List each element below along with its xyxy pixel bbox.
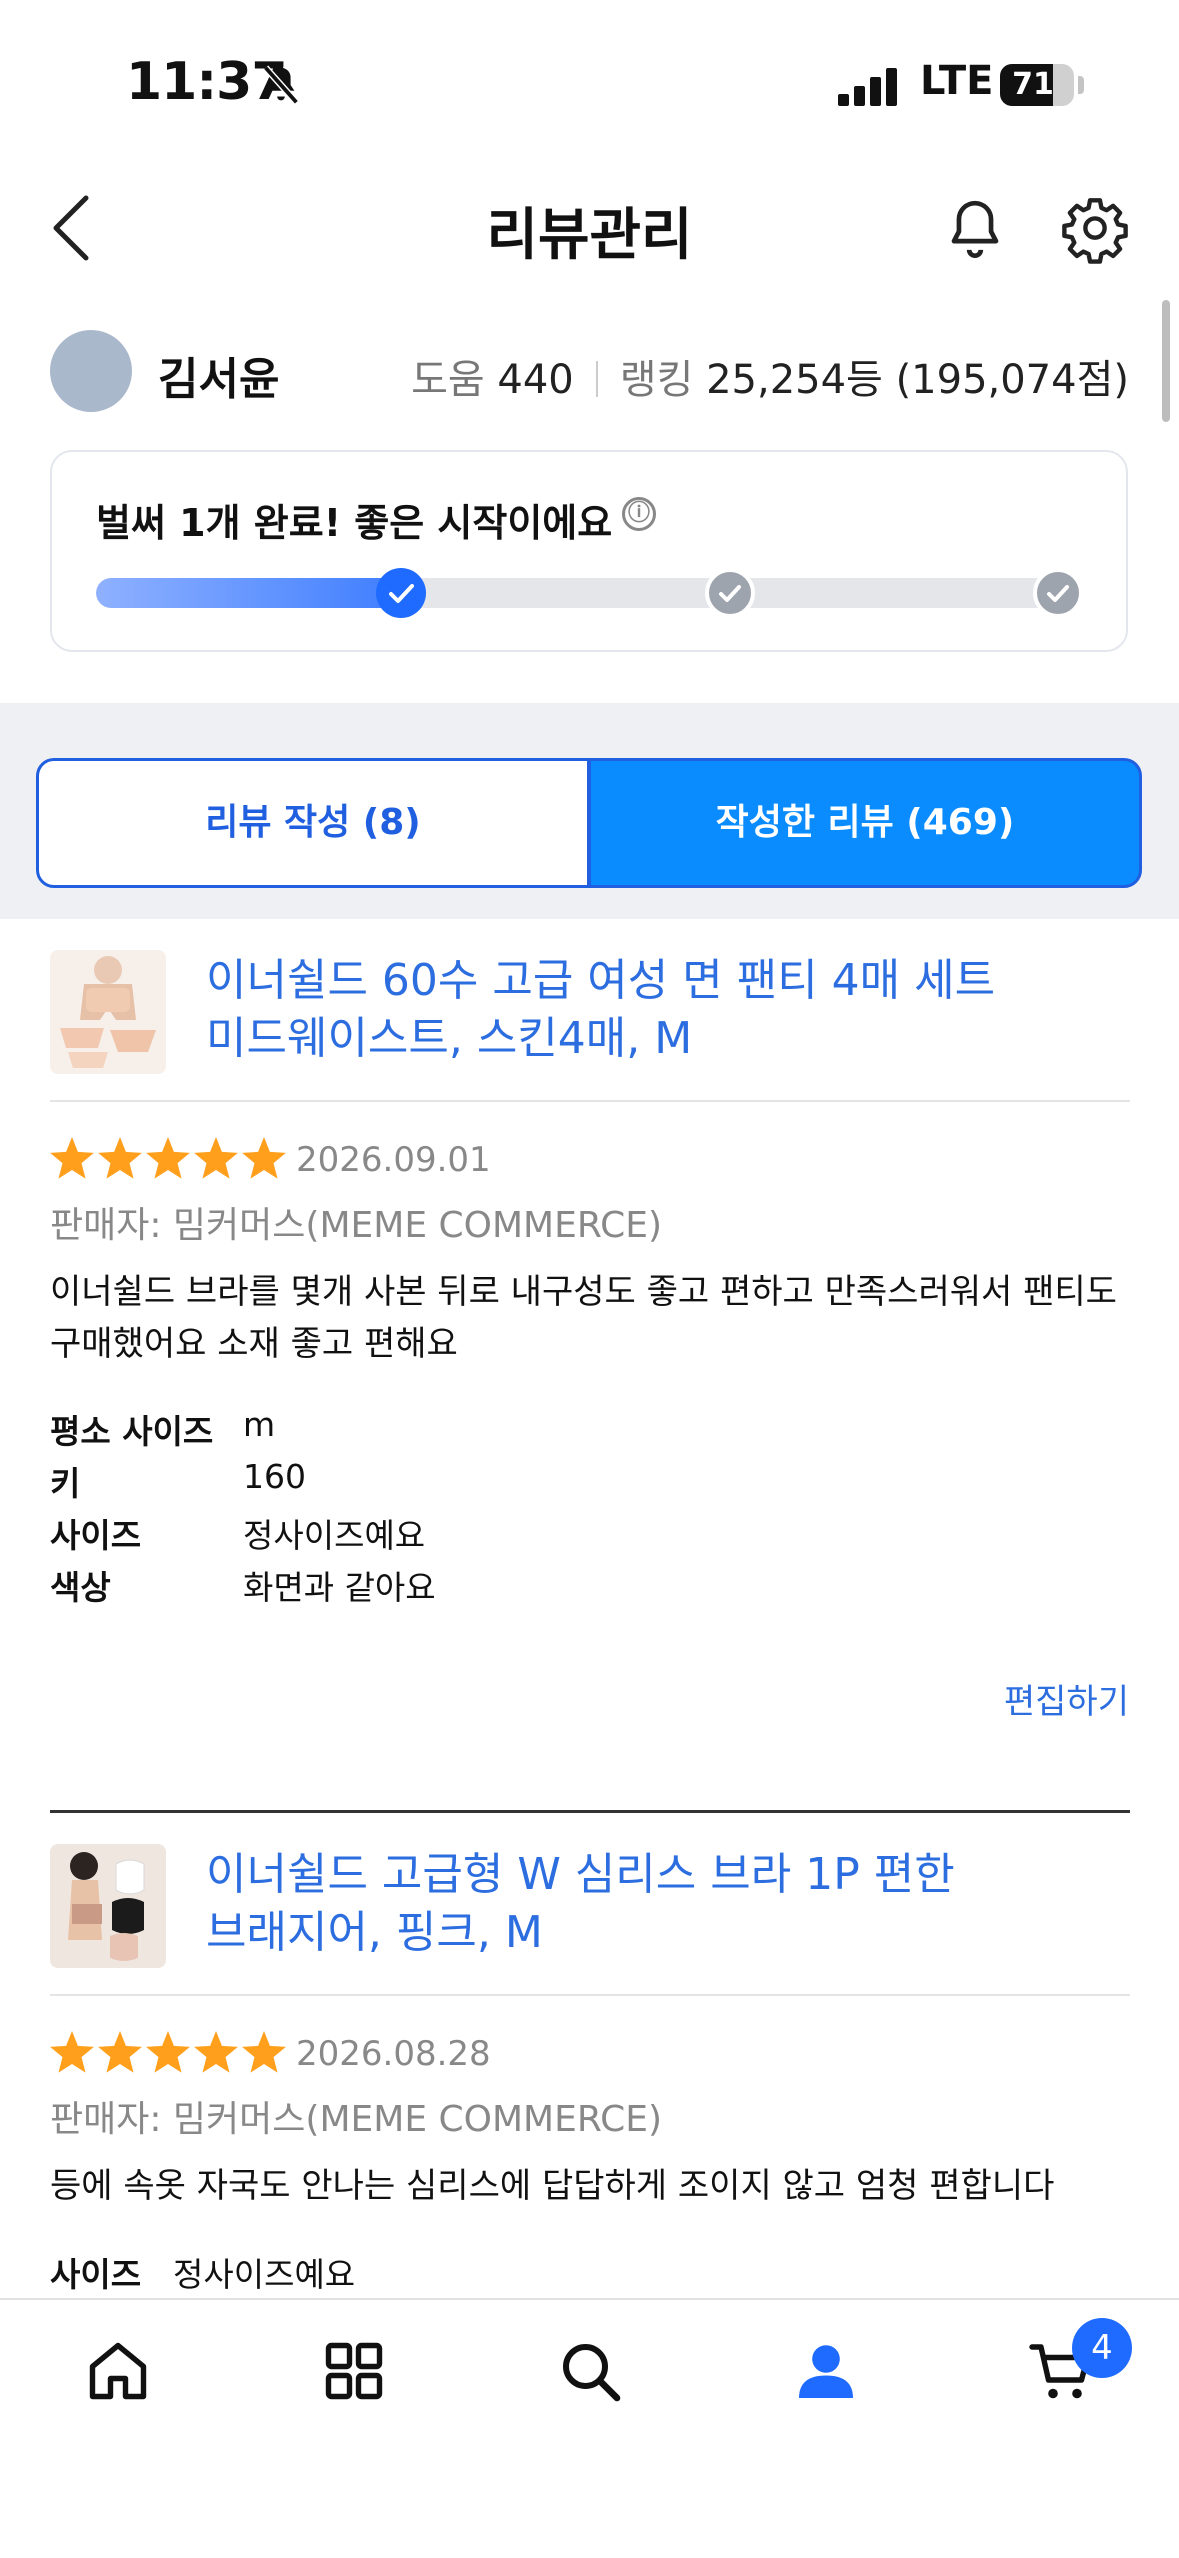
product-title[interactable]: 이너쉴드 60수 고급 여성 면 팬티 4매 세트 미드웨이스트, 스킨4매, … <box>206 952 1106 1068</box>
user-name: 김서윤 <box>158 354 280 405</box>
settings-gear-icon[interactable] <box>1060 192 1130 268</box>
product-title[interactable]: 이너쉴드 고급형 W 심리스 브라 1P 편한 브래지어, 핑크, M <box>206 1846 1106 1962</box>
rating-stars <box>48 1136 288 1186</box>
category-icon[interactable] <box>318 2335 390 2411</box>
spec-label: 사이즈 <box>50 2255 142 2294</box>
spec-value: 160 <box>243 1457 306 1496</box>
product-option: 브래지어, 핑크, M <box>206 1907 543 1958</box>
product-name: 이너쉴드 60수 고급 여성 면 팬티 4매 세트 <box>206 955 996 1006</box>
cart-count-badge: 4 <box>1072 2318 1132 2378</box>
review-text: 등에 속옷 자국도 안나는 심리스에 답답하게 조이지 않고 엄청 편합니다 <box>50 2166 1055 2206</box>
scrollbar[interactable] <box>1162 300 1170 422</box>
spec-label: 사이즈 <box>50 1516 142 1555</box>
product-name: 이너쉴드 고급형 W 심리스 브라 1P 편한 <box>206 1849 955 1900</box>
help-label: 도움 <box>411 357 485 403</box>
user-stats: 도움 440 랭킹 25,254등 (195,074점) <box>411 347 1129 405</box>
star-icon <box>242 1137 286 1179</box>
review-date: 2026.08.28 <box>296 2034 491 2074</box>
seller-name: 판매자: 밈커머스(MEME COMMERCE) <box>50 2099 663 2140</box>
info-icon[interactable]: ⓘ <box>622 497 656 531</box>
star-icon <box>98 1137 142 1179</box>
seller-name: 판매자: 밈커머스(MEME COMMERCE) <box>50 1205 663 1246</box>
review-text: 이너쉴드 브라를 몇개 사본 뒤로 내구성도 좋고 편하고 만족스러워서 팬티도… <box>50 1272 1117 1364</box>
cellular-signal-icon <box>838 66 900 110</box>
star-icon <box>50 2031 94 2073</box>
battery-icon: 71 <box>1000 64 1074 106</box>
progress-fill <box>96 578 422 608</box>
divider <box>50 1994 1130 1996</box>
spec-value: 정사이즈예요 <box>173 2255 356 2294</box>
spec-label: 색상 <box>50 1568 111 1607</box>
avatar[interactable] <box>50 330 132 412</box>
spec-value: 화면과 같아요 <box>243 1568 436 1607</box>
tab-written-reviews[interactable]: 작성한 리뷰 (469) <box>588 758 1142 888</box>
rating-stars <box>48 2030 288 2080</box>
divider <box>50 1100 1130 1102</box>
edit-review-link[interactable]: 편집하기 <box>1004 1674 1129 1723</box>
star-icon <box>146 2031 190 2073</box>
spec-label: 키 <box>50 1464 81 1503</box>
progress-title: 벌써 1개 완료! 좋은 시작이에요 <box>96 501 613 545</box>
spec-value: m <box>243 1405 276 1444</box>
battery-percent: 71 <box>1012 67 1054 102</box>
spec-label: 평소 사이즈 <box>50 1412 214 1451</box>
network-type: LTE <box>920 58 994 104</box>
search-icon[interactable] <box>554 2335 626 2411</box>
step-1-check-icon <box>376 568 426 618</box>
star-icon <box>194 2031 238 2073</box>
review-separator <box>50 1810 1130 1813</box>
home-icon[interactable] <box>82 2335 154 2411</box>
star-icon <box>98 2031 142 2073</box>
product-thumbnail[interactable] <box>50 950 166 1074</box>
spec-value: 정사이즈예요 <box>243 1516 426 1555</box>
progress-card <box>50 450 1128 652</box>
review-date: 2026.09.01 <box>296 1140 491 1180</box>
stats-divider <box>595 361 598 397</box>
step-2-check-icon <box>705 568 755 618</box>
my-page-icon[interactable] <box>790 2335 862 2411</box>
star-icon <box>50 1137 94 1179</box>
silent-bell-icon <box>258 62 304 112</box>
star-icon <box>242 2031 286 2073</box>
tab-write-review[interactable]: 리뷰 작성 (8) <box>36 758 590 888</box>
step-3-check-icon <box>1033 568 1083 618</box>
product-option: 미드웨이스트, 스킨4매, M <box>206 1013 693 1064</box>
rank-label: 랭킹 <box>619 357 694 403</box>
progress-track <box>96 578 1082 608</box>
notification-bell-icon[interactable] <box>940 192 1010 268</box>
product-thumbnail[interactable] <box>50 1844 166 1968</box>
help-value: 440 <box>497 357 574 403</box>
battery-tip <box>1078 76 1084 94</box>
star-icon <box>146 1137 190 1179</box>
rank-value: 25,254등 (195,074점) <box>706 357 1129 403</box>
star-icon <box>194 1137 238 1179</box>
